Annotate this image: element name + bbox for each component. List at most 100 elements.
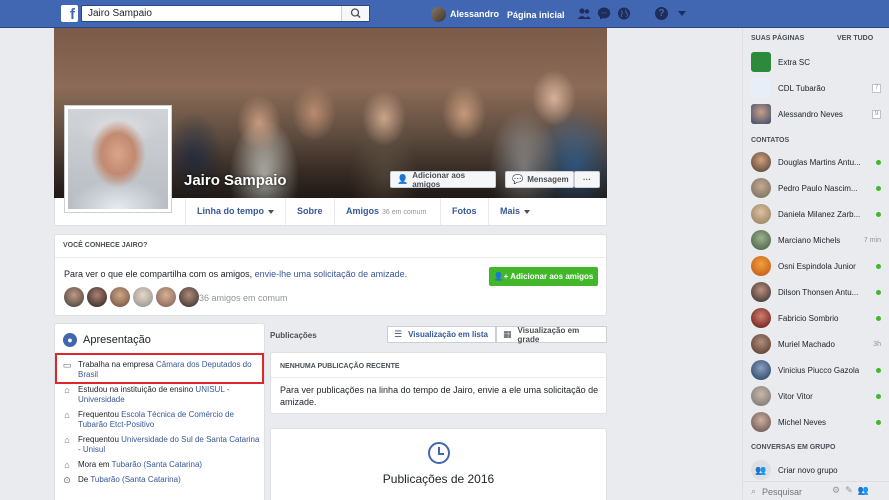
tab-timeline[interactable]: Linha do tempo	[185, 198, 285, 225]
search-button[interactable]	[341, 6, 369, 21]
posts-label: Publicações	[270, 331, 317, 340]
page-avatar	[751, 52, 771, 72]
avatar[interactable]	[156, 287, 176, 307]
more-options-button[interactable]: ···	[574, 171, 600, 188]
online-status-icon	[876, 315, 881, 321]
tab-more[interactable]: Mais	[488, 198, 541, 225]
help-icon[interactable]: ?	[655, 7, 668, 20]
messenger-icon[interactable]	[597, 7, 611, 20]
search-box	[81, 5, 370, 22]
contact-item[interactable]: Pedro Paulo Nascim...	[751, 178, 881, 198]
avatar[interactable]	[179, 287, 199, 307]
add-friend-green-label: Adicionar aos amigos	[510, 272, 594, 281]
contact-name: Fabricio Sombrio	[778, 313, 839, 323]
see-all-link[interactable]: VER TUDO	[837, 35, 873, 42]
page-name: Extra SC	[778, 57, 811, 67]
divider	[55, 257, 606, 258]
facebook-logo-icon[interactable]: f	[61, 5, 78, 22]
contact-item[interactable]: Fabricio Sombrio	[751, 308, 881, 328]
create-group-button[interactable]: 👥 Criar novo grupo	[751, 460, 838, 480]
contacts-title: CONTATOS	[751, 137, 790, 144]
contact-item[interactable]: Vinicius Piucco Gazola	[751, 360, 881, 380]
send-request-link[interactable]: envie-lhe uma solicitação de amizade.	[255, 269, 408, 279]
list-view-button[interactable]: ☰ Visualização em lista	[387, 326, 496, 343]
contact-item[interactable]: Dilson Thonsen Antu...	[751, 282, 881, 302]
contact-item[interactable]: Douglas Martins Antu...	[751, 152, 881, 172]
notification-badge: 9	[872, 109, 881, 119]
tab-about-label: Sobre	[297, 206, 323, 216]
avatar	[751, 230, 771, 250]
avatar[interactable]	[133, 287, 153, 307]
avatar	[751, 360, 771, 380]
avatar	[751, 386, 771, 406]
add-friend-icon: 👤+	[493, 272, 511, 281]
profile-picture[interactable]	[64, 105, 172, 213]
add-friend-button[interactable]: 👤 Adicionar aos amigos	[390, 171, 496, 189]
no-posts-text: Para ver publicações na linha do tempo d…	[280, 385, 599, 407]
intro-item-text: Frequentou Universidade do Sul de Santa …	[78, 435, 261, 455]
avatar[interactable]	[64, 287, 84, 307]
avatar	[751, 152, 771, 172]
avatar	[431, 6, 446, 22]
gear-icon[interactable]: ⚙	[832, 485, 840, 496]
avatar	[751, 282, 771, 302]
message-button[interactable]: 💬 Mensagem	[505, 171, 574, 188]
contact-item[interactable]: Michel Neves	[751, 412, 881, 432]
grid-icon: ▦	[503, 329, 512, 339]
tab-photos[interactable]: Fotos	[440, 198, 488, 225]
avatar[interactable]	[110, 287, 130, 307]
avatar	[751, 308, 771, 328]
chat-search-bar: ⌕ ⚙ ✎ 👥	[743, 481, 889, 500]
tab-about[interactable]: Sobre	[285, 198, 334, 225]
contact-name: Muriel Machado	[778, 339, 835, 349]
avatar	[751, 204, 771, 224]
contact-item[interactable]: Osni Espindola Junior	[751, 256, 881, 276]
contact-name: Marciano Michels	[778, 235, 841, 245]
intro-item-link[interactable]: Tubarão (Santa Catarina)	[112, 460, 202, 469]
online-status-icon	[876, 367, 881, 373]
contact-name: Pedro Paulo Nascim...	[778, 183, 858, 193]
online-status-icon	[876, 263, 881, 269]
page-item[interactable]: Alessandro Neves 9	[751, 104, 881, 124]
online-status-icon	[876, 159, 881, 165]
contact-item[interactable]: Marciano Michels 7 min	[751, 230, 881, 250]
clock-icon	[428, 442, 450, 464]
posts-header: Publicações ☰ Visualização em lista ▦ Vi…	[270, 325, 607, 345]
top-user-link[interactable]: Alessandro	[431, 6, 499, 22]
chat-search-input[interactable]	[762, 485, 832, 498]
notifications-globe-icon[interactable]	[617, 7, 631, 20]
home-link[interactable]: Página inicial	[507, 10, 565, 20]
avatar	[751, 178, 771, 198]
contact-name: Michel Neves	[778, 417, 827, 427]
add-friend-green-button[interactable]: 👤+ Adicionar aos amigos	[489, 267, 598, 286]
contact-name: Vinicius Piucco Gazola	[778, 365, 860, 375]
divider	[271, 377, 606, 378]
tab-timeline-label: Linha do tempo	[197, 206, 264, 216]
know-title: VOCÊ CONHECE JAIRO?	[63, 242, 148, 249]
no-posts-title: NENHUMA PUBLICAÇÃO RECENTE	[280, 363, 400, 370]
profile-name[interactable]: Jairo Sampaio	[184, 172, 287, 189]
friend-requests-icon[interactable]	[577, 7, 591, 20]
search-input[interactable]	[82, 6, 342, 21]
pages-title: SUAS PÁGINAS	[751, 35, 805, 42]
chevron-down-icon	[268, 209, 274, 214]
profile-picture-image	[68, 109, 168, 209]
add-contacts-icon[interactable]: 👥	[858, 485, 869, 496]
mutual-friends-count[interactable]: 36 amigos em comum	[199, 293, 288, 303]
tab-friends[interactable]: Amigos 36 em comum	[334, 198, 437, 225]
top-user-name: Alessandro	[450, 9, 500, 19]
know-text-body: Para ver o que ele compartilha com os am…	[64, 269, 255, 279]
page-item[interactable]: Extra SC	[751, 52, 881, 72]
highlight-box	[55, 353, 264, 384]
compose-icon[interactable]: ✎	[845, 485, 853, 496]
contact-item[interactable]: Daniela Milanez Zarb...	[751, 204, 881, 224]
avatar[interactable]	[87, 287, 107, 307]
page-item[interactable]: CDL Tubarão 7	[751, 78, 881, 98]
intro-item-link[interactable]: Tubarão (Santa Catarina)	[90, 475, 180, 484]
add-friend-icon: 👤	[397, 174, 409, 184]
grid-view-button[interactable]: ▦ Visualização em grade	[496, 326, 607, 344]
contact-item[interactable]: Vitor Vitor	[751, 386, 881, 406]
contact-name: Daniela Milanez Zarb...	[778, 209, 861, 219]
contact-item[interactable]: Muriel Machado 3h	[751, 334, 881, 354]
account-menu-caret-icon[interactable]	[678, 11, 686, 16]
